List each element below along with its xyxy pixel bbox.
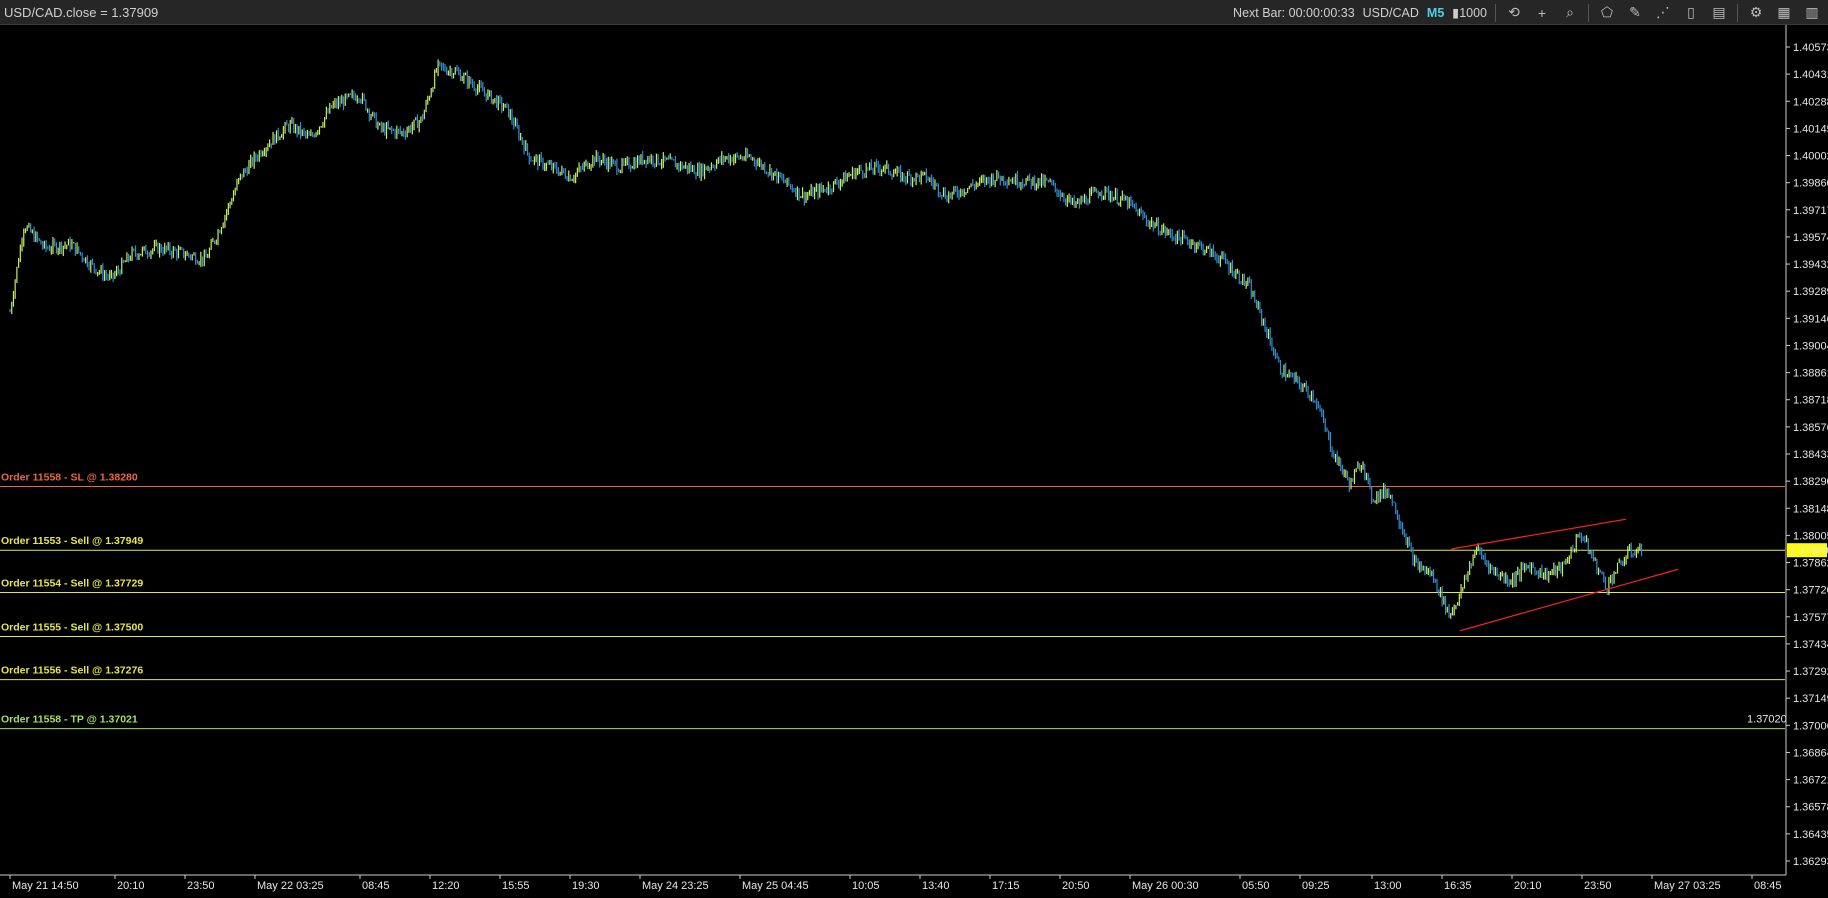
shape-tool-icon[interactable]: ⬠ [1597,3,1617,23]
time-tick-label: 20:50 [1062,880,1090,892]
toolbar-divider [1737,3,1738,22]
panel-icon[interactable]: ▤ [1709,3,1729,23]
price-tick-label: 1.36293 [1793,856,1828,868]
price-tick-label: 1.40431 [1793,69,1828,81]
price-tick-label: 1.39432 [1793,259,1828,271]
price-tick-label: 1.36864 [1793,747,1828,759]
time-tick-label: 19:30 [572,880,600,892]
next-bar-timer: Next Bar: 00:00:00:33 [1233,5,1355,20]
time-tick-label: 09:25 [1302,880,1330,892]
bar-count[interactable]: ▮1000 [1452,5,1487,20]
timeframe-selector[interactable]: M5 [1427,6,1444,20]
price-tick-label: 1.40145 [1793,123,1828,135]
history-icon[interactable]: ⟲ [1504,3,1524,23]
price-tick-label: 1.37006 [1793,720,1828,732]
time-tick-label: 17:15 [992,880,1020,892]
zoom-icon[interactable]: ⌕ [1560,3,1580,23]
time-tick-label: 13:40 [922,880,950,892]
fib-tool-icon[interactable]: ⋰ [1653,3,1673,23]
price-tick-label: 1.40002 [1793,151,1828,163]
time-tick-label: May 26 00:30 [1132,880,1199,892]
time-tick-label: 13:00 [1374,880,1402,892]
price-tick-label: 1.37862 [1793,558,1828,570]
time-tick-label: 23:50 [1584,880,1612,892]
symbol-selector[interactable]: USD/CAD [1363,6,1419,20]
time-tick-label: 08:45 [1754,880,1782,892]
price-tick-label: 1.40573 [1793,42,1828,54]
price-tick-label: 1.40288 [1793,96,1828,108]
price-tick-label: 1.38576 [1793,422,1828,434]
chart-toolbar: USD/CAD.close = 1.37909 Next Bar: 00:00:… [0,0,1828,25]
time-tick-label: May 24 23:25 [642,880,709,892]
time-tick-label: May 25 04:45 [742,880,809,892]
price-tick-label: 1.39289 [1793,286,1828,298]
time-tick-label: May 21 14:50 [12,880,79,892]
tp-price-label: 1.37020 [1747,714,1787,726]
time-tick-label: 10:05 [852,880,880,892]
current-price-label: 1.37909 [1789,545,1828,557]
settings-icon[interactable]: ⚙ [1746,3,1766,23]
chart-title: USD/CAD.close = 1.37909 [4,5,159,20]
crosshair-icon[interactable]: + [1532,3,1552,23]
price-tick-label: 1.36578 [1793,802,1828,814]
grid-icon[interactable]: ▥ [1802,3,1822,23]
order-label: Order 11556 - Sell @ 1.37276 [1,665,143,677]
price-tick-label: 1.36721 [1793,775,1828,787]
time-tick-label: 23:50 [187,880,215,892]
order-label: Order 11558 - TP @ 1.37021 [1,714,138,726]
time-tick-label: May 22 03:25 [257,880,324,892]
price-tick-label: 1.37149 [1793,693,1828,705]
bar-count-value: 1000 [1459,6,1487,20]
price-tick-label: 1.39146 [1793,313,1828,325]
draw-tool-icon[interactable]: ✎ [1625,3,1645,23]
order-label: Order 11558 - SL @ 1.38280 [1,472,138,484]
toolbar-divider [1495,3,1496,22]
bookmark-icon[interactable]: ▯ [1681,3,1701,23]
price-tick-label: 1.37577 [1793,612,1828,624]
price-tick-label: 1.38290 [1793,476,1828,488]
price-tick-label: 1.36435 [1793,829,1828,841]
time-tick-label: 15:55 [502,880,530,892]
channel-trend-line[interactable] [1459,568,1679,632]
price-tick-label: 1.38861 [1793,368,1828,380]
channel-trend-line[interactable] [1451,518,1626,550]
time-tick-label: 20:10 [1514,880,1542,892]
time-tick-label: 20:10 [117,880,145,892]
time-tick-label: May 27 03:25 [1654,880,1721,892]
toolbar-right: Next Bar: 00:00:00:33 USD/CAD M5 ▮1000 ⟲… [1233,0,1822,25]
time-tick-label: 05:50 [1242,880,1270,892]
price-tick-label: 1.37720 [1793,585,1828,597]
price-tick-label: 1.38148 [1793,503,1828,515]
chart-icon[interactable]: ▦ [1774,3,1794,23]
toolbar-divider [1588,3,1589,22]
order-lines: Order 11558 - SL @ 1.38280 Order 11553 - … [0,472,1787,730]
time-tick-label: 12:20 [432,880,460,892]
price-axis: 1.40573 1.40431 1.40288 1.40145 1.40002 1.398… [1785,25,1828,875]
candles [9,59,1643,619]
price-tick-label: 1.39860 [1793,178,1828,190]
order-label: Order 11553 - Sell @ 1.37949 [1,535,143,547]
time-tick-label: 08:45 [362,880,390,892]
price-tick-label: 1.39004 [1793,340,1828,352]
order-label: Order 11554 - Sell @ 1.37729 [1,578,143,590]
price-tick-label: 1.37292 [1793,666,1828,678]
price-tick-label: 1.38718 [1793,395,1828,407]
price-tick-label: 1.39717 [1793,205,1828,217]
time-axis: May 21 14:50 20:10 23:50 May 22 03:25 08:45 1… [0,874,1786,892]
trend-channel [1451,518,1679,632]
time-tick-label: 16:35 [1444,880,1472,892]
price-tick-label: 1.39574 [1793,232,1828,244]
price-tick-label: 1.37434 [1793,639,1828,651]
price-chart[interactable]: Order 11558 - SL @ 1.38280 Order 11553 - … [0,25,1828,898]
price-tick-label: 1.38005 [1793,530,1828,542]
order-label: Order 11555 - Sell @ 1.37500 [1,622,143,634]
price-tick-label: 1.38433 [1793,449,1828,461]
